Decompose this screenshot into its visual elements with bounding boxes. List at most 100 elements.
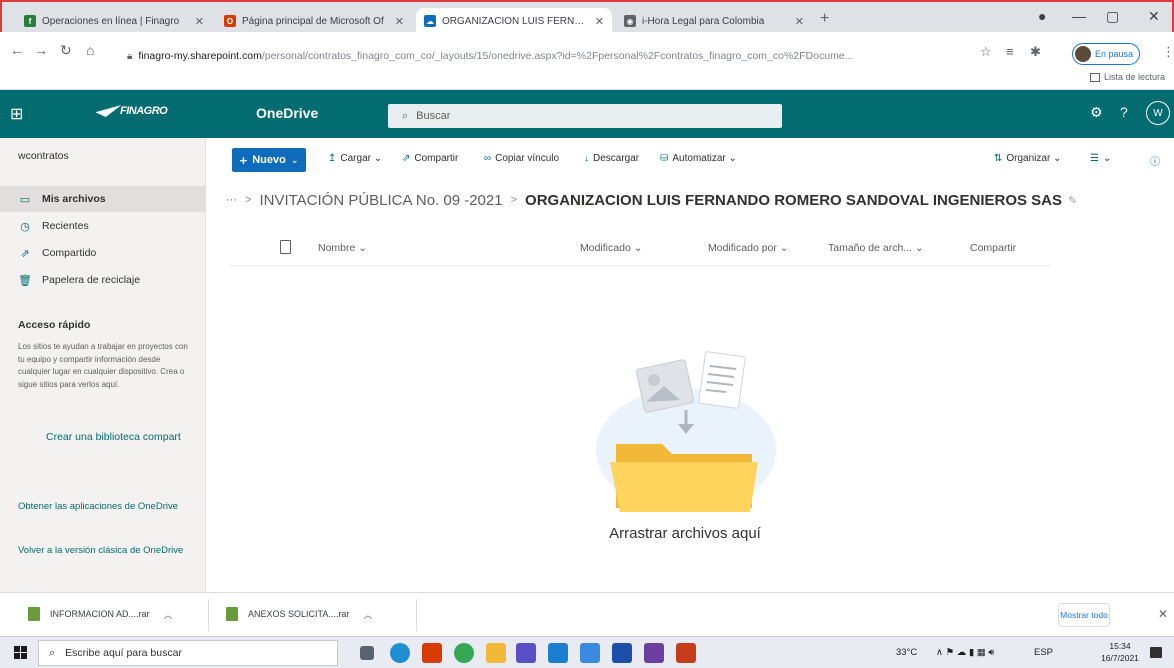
- share-button[interactable]: ⇗ Compartir: [402, 153, 458, 164]
- maximize-icon[interactable]: ▢: [1106, 8, 1119, 25]
- chevron-right-icon: >: [245, 194, 252, 206]
- tray-icons[interactable]: ∧ ⚑ ☁ ▮ ▦ 🔊︎: [936, 647, 994, 658]
- star-icon[interactable]: ☆: [980, 44, 992, 60]
- windows-start-icon[interactable]: [14, 646, 27, 659]
- download-icon: ↓: [584, 153, 589, 164]
- task-view-icon[interactable]: [360, 646, 374, 660]
- chevron-right-icon: >: [510, 194, 518, 206]
- column-label: Compartir: [970, 242, 1017, 254]
- browser-tab-onedrive[interactable]: ☁ ORGANIZACION LUIS FERNANDO ✕: [416, 8, 612, 34]
- nav-item-recent[interactable]: ◷ Recientes: [0, 213, 206, 239]
- close-icon[interactable]: ✕: [795, 15, 804, 28]
- column-header-sharing[interactable]: Compartir: [970, 242, 1016, 254]
- minimize-icon[interactable]: —: [1072, 8, 1086, 24]
- puzzle-icon[interactable]: ✱: [1030, 44, 1041, 60]
- clock[interactable]: 15:34 16/7/2021: [1100, 640, 1140, 664]
- get-apps-link[interactable]: Obtener las aplicaciones de OneDrive: [18, 500, 188, 513]
- chevron-up-icon[interactable]: ︿: [164, 608, 173, 621]
- profile-label: En pausa: [1095, 49, 1134, 59]
- browser-tab-finagro[interactable]: f Operaciones en línea | Finagro ✕: [16, 8, 212, 34]
- record-icon[interactable]: ●: [1038, 8, 1046, 24]
- download-label: Descargar: [593, 153, 640, 164]
- copy-link-label: Copiar vínculo: [495, 153, 560, 164]
- column-header-modified[interactable]: Modificado ⌄: [580, 242, 643, 254]
- copy-link-button[interactable]: ∞ Copiar vínculo: [484, 153, 559, 164]
- column-header-modified-by[interactable]: Modificado por ⌄: [708, 242, 789, 254]
- column-header-name[interactable]: Nombre ⌄: [318, 242, 367, 254]
- chrome-icon[interactable]: [454, 643, 474, 663]
- app-launcher-icon[interactable]: ⊞: [10, 104, 23, 124]
- more-icon[interactable]: ⋮: [1162, 44, 1174, 60]
- close-icon[interactable]: ✕: [395, 15, 404, 28]
- command-bar: + Nuevo ⌄ ↥ Cargar ⌄ ⇗ Compartir ∞ Copiar v…: [206, 138, 1174, 178]
- address-bar[interactable]: 🔒︎ finagro-my.sharepoint.com /personal/c…: [127, 44, 970, 68]
- reload-icon[interactable]: ↻: [60, 42, 72, 59]
- file-list-header: Nombre ⌄ Modificado ⌄ Modificado por ⌄ T…: [230, 232, 1050, 266]
- close-icon[interactable]: ✕: [195, 15, 204, 28]
- nav-item-my-files[interactable]: ▭ Mis archivos: [0, 186, 206, 212]
- classic-onedrive-link[interactable]: Volver a la versión clásica de OneDrive: [18, 544, 188, 557]
- office-icon[interactable]: [422, 643, 442, 663]
- share-label: Compartir: [414, 153, 459, 164]
- organize-button[interactable]: ⇅ Organizar ⌄: [994, 153, 1061, 164]
- pencil-icon[interactable]: ✎: [1068, 194, 1077, 207]
- app-icon[interactable]: [644, 643, 664, 663]
- file-type-icon[interactable]: [280, 240, 291, 254]
- app-name[interactable]: OneDrive: [256, 105, 318, 121]
- finagro-icon: f: [24, 15, 36, 27]
- browser-tab-office[interactable]: O Página principal de Microsoft Of ✕: [216, 8, 412, 34]
- breadcrumb-ellipsis[interactable]: ···: [226, 194, 237, 206]
- create-library-link[interactable]: Crear una biblioteca compart: [46, 431, 181, 443]
- upload-button[interactable]: ↥ Cargar ⌄: [328, 153, 382, 164]
- notification-icon[interactable]: [1150, 647, 1162, 658]
- close-icon[interactable]: ✕: [1158, 607, 1168, 621]
- home-icon[interactable]: ⌂: [86, 42, 94, 58]
- search-input[interactable]: ⌕ Buscar: [388, 104, 782, 128]
- teams-icon[interactable]: [516, 643, 536, 663]
- download-item[interactable]: INFORMACION AD....rar ︿: [28, 607, 173, 621]
- file-explorer-icon[interactable]: [486, 643, 506, 663]
- reading-list-button[interactable]: Lista de lectura: [1090, 72, 1165, 83]
- app-icon[interactable]: [676, 643, 696, 663]
- download-item[interactable]: ANEXOS SOLICITA....rar ︿: [226, 607, 372, 621]
- profile-button[interactable]: En pausa: [1072, 43, 1141, 65]
- edge-icon[interactable]: [390, 643, 410, 663]
- window-close-icon[interactable]: ✕: [1148, 8, 1160, 25]
- gear-icon[interactable]: ⚙: [1090, 104, 1103, 121]
- download-button[interactable]: ↓ Descargar: [584, 153, 639, 164]
- column-label: Nombre: [318, 242, 356, 254]
- nav-item-recycle-bin[interactable]: 🗑︎ Papelera de reciclaje: [0, 267, 206, 293]
- help-icon[interactable]: ?: [1120, 104, 1128, 120]
- logo-mark-icon: [93, 105, 122, 117]
- taskbar-search-input[interactable]: ⌕ Escribe aquí para buscar: [38, 640, 338, 666]
- view-options-button[interactable]: ☰ ⌄: [1090, 153, 1111, 164]
- lock-icon[interactable]: 🔒︎: [127, 51, 132, 62]
- weather-temperature[interactable]: 33°C: [896, 647, 917, 658]
- app-icon[interactable]: [580, 643, 600, 663]
- extension-icon[interactable]: ≡: [1006, 44, 1014, 59]
- nav-item-label: Papelera de reciclaje: [42, 274, 141, 286]
- close-icon[interactable]: ✕: [595, 15, 604, 28]
- chevron-up-icon[interactable]: ︿: [363, 608, 372, 621]
- forward-icon[interactable]: →: [34, 42, 48, 58]
- finagro-logo[interactable]: FINAGRO: [93, 105, 168, 117]
- back-icon[interactable]: ←: [10, 42, 24, 58]
- new-tab-button[interactable]: +: [820, 10, 829, 28]
- show-all-button[interactable]: Mostrar todo: [1058, 603, 1110, 627]
- breadcrumb-parent[interactable]: INVITACIÓN PÚBLICA No. 09 -2021: [259, 192, 502, 209]
- quick-access-text: Los sitios te ayudan a trabajar en proye…: [18, 342, 188, 389]
- divider: [416, 599, 417, 631]
- nav-item-shared[interactable]: ⇗ Compartido: [0, 240, 206, 266]
- automate-button[interactable]: ⛁ Automatizar ⌄: [660, 153, 737, 164]
- browser-tab-horalegal[interactable]: ◉ i-Hora Legal para Colombia ✕: [616, 8, 812, 34]
- new-button[interactable]: + Nuevo ⌄: [232, 148, 306, 172]
- word-icon[interactable]: [612, 643, 632, 663]
- url-path: /personal/contratos_finagro_com_co/_layo…: [261, 50, 854, 62]
- upload-icon: ↥: [328, 153, 337, 164]
- tab-label: ORGANIZACION LUIS FERNANDO: [442, 15, 589, 27]
- column-header-file-size[interactable]: Tamaño de arch... ⌄: [828, 242, 924, 254]
- language-indicator[interactable]: ESP: [1034, 647, 1053, 658]
- info-icon[interactable]: ⓘ: [1150, 153, 1164, 168]
- account-avatar[interactable]: W: [1146, 101, 1170, 125]
- outlook-icon[interactable]: [548, 643, 568, 663]
